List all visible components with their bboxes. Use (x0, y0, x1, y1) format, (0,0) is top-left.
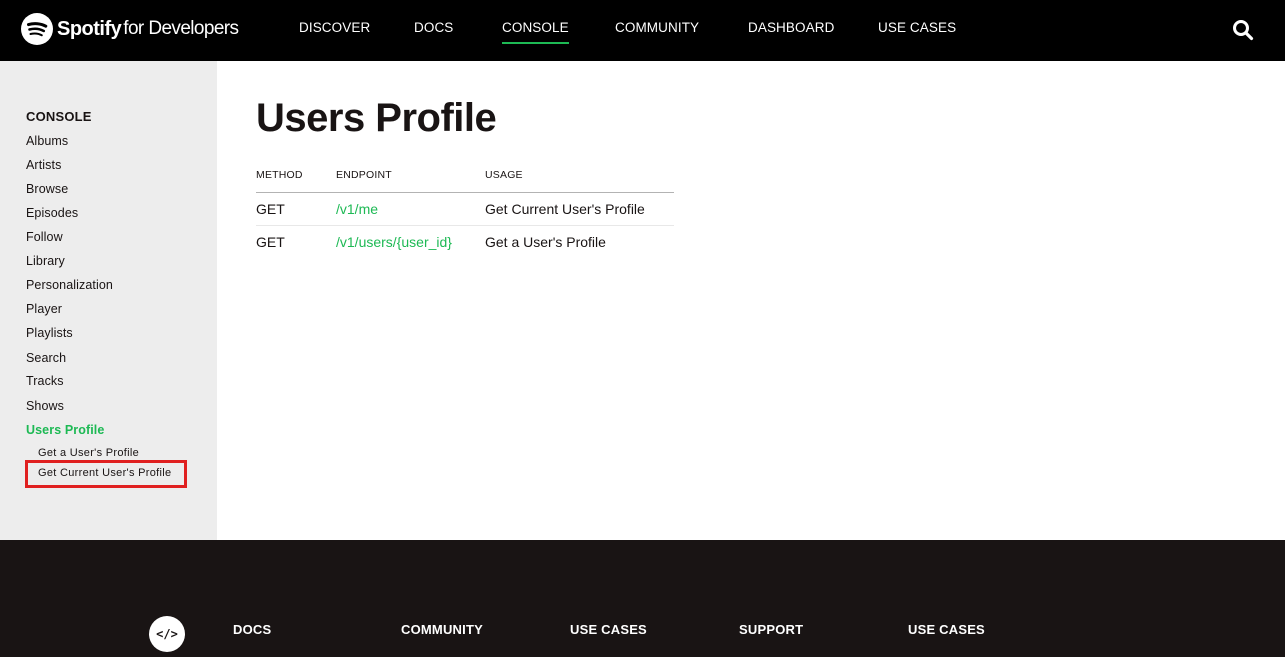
page-footer: </> DOCS COMMUNITY USE CASES SUPPORT USE… (0, 540, 1285, 657)
endpoint-link[interactable]: /v1/me (336, 201, 378, 217)
brand-suffix: for Developers (123, 18, 239, 39)
row-usage: Get Current User's Profile (485, 192, 674, 226)
top-navigation-bar: Spotify for Developers DISCOVER DOCS CON… (0, 0, 1285, 61)
sidebar-heading: CONSOLE (26, 109, 92, 124)
sidebar-item-search[interactable]: Search (26, 351, 66, 365)
footer-column-use-cases-2[interactable]: USE CASES (908, 622, 985, 637)
table-row: GET /v1/users/{user_id} Get a User's Pro… (256, 226, 674, 259)
footer-column-docs[interactable]: DOCS (233, 622, 271, 637)
sidebar-item-playlists[interactable]: Playlists (26, 326, 73, 340)
console-sidebar: CONSOLE Albums Artists Browse Episodes F… (0, 61, 217, 540)
sidebar-item-follow[interactable]: Follow (26, 230, 63, 244)
row-endpoint-cell: /v1/me (336, 192, 485, 226)
search-icon (1233, 20, 1254, 41)
row-method: GET (256, 234, 285, 250)
sidebar-item-albums[interactable]: Albums (26, 134, 68, 148)
sidebar-item-shows[interactable]: Shows (26, 399, 64, 413)
sidebar-item-player[interactable]: Player (26, 302, 62, 316)
footer-column-use-cases[interactable]: USE CASES (570, 622, 647, 637)
sidebar-item-personalization[interactable]: Personalization (26, 278, 113, 292)
sidebar-item-episodes[interactable]: Episodes (26, 206, 78, 220)
sidebar-item-tracks[interactable]: Tracks (26, 374, 64, 388)
table-header-row: METHOD ENDPOINT USAGE (256, 166, 674, 193)
column-header-usage: USAGE (485, 166, 674, 193)
footer-column-support[interactable]: SUPPORT (739, 622, 803, 637)
sidebar-item-artists[interactable]: Artists (26, 158, 61, 172)
sidebar-item-browse[interactable]: Browse (26, 182, 68, 196)
nav-community[interactable]: COMMUNITY (615, 20, 699, 35)
row-endpoint-cell: /v1/users/{user_id} (336, 226, 485, 259)
row-usage: Get a User's Profile (485, 234, 606, 250)
sidebar-item-library[interactable]: Library (26, 254, 65, 268)
sidebar-subitem-get-current-users-profile[interactable]: Get Current User's Profile (38, 467, 171, 479)
nav-console[interactable]: CONSOLE (502, 20, 569, 44)
column-header-endpoint: ENDPOINT (336, 166, 485, 193)
sidebar-subitem-get-users-profile[interactable]: Get a User's Profile (38, 447, 139, 459)
table-row: GET /v1/me Get Current User's Profile (256, 192, 674, 226)
nav-dashboard[interactable]: DASHBOARD (748, 20, 834, 35)
brand-home-link[interactable]: Spotify for Developers (21, 12, 239, 46)
endpoint-link[interactable]: /v1/users/{user_id} (336, 234, 452, 250)
nav-discover[interactable]: DISCOVER (299, 20, 370, 35)
footer-column-community[interactable]: COMMUNITY (401, 622, 483, 637)
sidebar-item-users-profile[interactable]: Users Profile (26, 423, 104, 437)
column-header-method: METHOD (256, 166, 336, 193)
page-title: Users Profile (256, 96, 497, 140)
code-badge-icon[interactable]: </> (149, 616, 185, 652)
brand-name: Spotify (57, 17, 122, 40)
spotify-logo-icon (21, 13, 53, 45)
nav-use-cases[interactable]: USE CASES (878, 20, 956, 35)
endpoint-table: METHOD ENDPOINT USAGE GET /v1/me Get Cur… (256, 166, 674, 258)
row-method: GET (256, 192, 336, 226)
search-button[interactable] (1231, 18, 1255, 42)
nav-docs[interactable]: DOCS (414, 20, 453, 35)
